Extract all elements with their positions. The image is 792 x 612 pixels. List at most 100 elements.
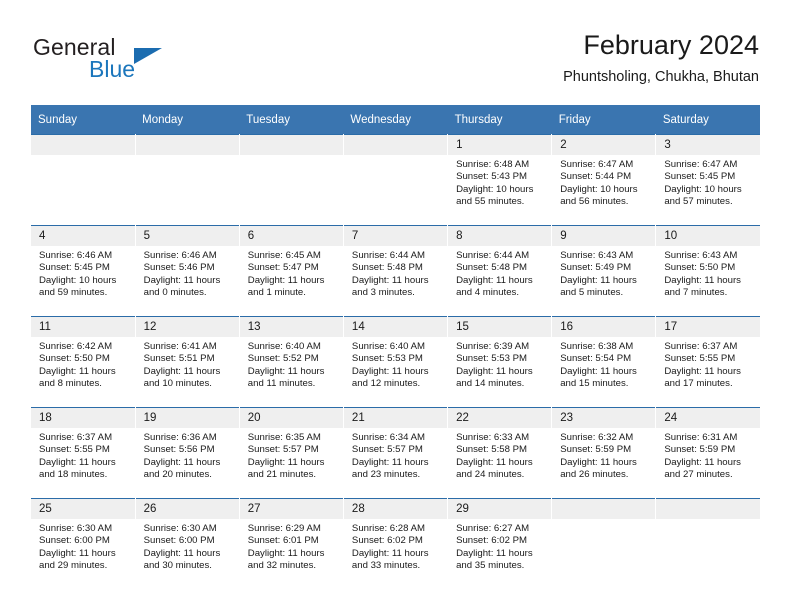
- calendar-body: 1 Sunrise: 6:48 AM Sunset: 5:43 PM Daylight…: [31, 134, 760, 589]
- calendar-day-cell[interactable]: 15 Sunrise: 6:39 AM Sunset: 5:53 PM Dayligh…: [447, 316, 553, 408]
- daylight-text-line2: and 7 minutes.: [664, 287, 728, 299]
- sunrise-text: Sunrise: 6:47 AM: [664, 159, 738, 170]
- day-details: Sunrise: 6:48 AM Sunset: 5:43 PM Daylight:…: [448, 155, 551, 209]
- calendar-day-cell[interactable]: 9 Sunrise: 6:43 AM Sunset: 5:49 PM Daylight…: [551, 225, 657, 317]
- sunrise-text: Sunrise: 6:40 AM: [247, 341, 321, 352]
- day-number: [239, 135, 343, 155]
- daylight-text-line1: Daylight: 11 hours: [560, 274, 637, 286]
- daylight-text-line2: and 18 minutes.: [39, 469, 108, 481]
- calendar-day-cell[interactable]: 6 Sunrise: 6:45 AM Sunset: 5:47 PM Daylight…: [239, 225, 344, 317]
- calendar-day-cell[interactable]: 28 Sunrise: 6:28 AM Sunset: 6:02 PM Dayligh…: [343, 498, 449, 589]
- sunset-text: Sunset: 5:50 PM: [664, 262, 736, 274]
- day-number: 19: [135, 408, 239, 428]
- calendar-day-cell[interactable]: 1 Sunrise: 6:48 AM Sunset: 5:43 PM Daylight…: [447, 134, 553, 226]
- calendar-day-cell[interactable]: 19 Sunrise: 6:36 AM Sunset: 5:56 PM Dayligh…: [135, 407, 240, 499]
- page-title: February 2024: [583, 30, 759, 60]
- daylight-text-line2: and 55 minutes.: [456, 196, 525, 208]
- calendar-day-cell[interactable]: 5 Sunrise: 6:46 AM Sunset: 5:46 PM Daylight…: [135, 225, 240, 317]
- sunrise-text: Sunrise: 6:42 AM: [39, 341, 113, 352]
- daylight-text-line1: Daylight: 11 hours: [351, 547, 429, 559]
- sunset-text: Sunset: 6:00 PM: [143, 535, 215, 547]
- daylight-text-line2: and 10 minutes.: [143, 378, 212, 390]
- daylight-text-line1: Daylight: 11 hours: [351, 456, 429, 468]
- day-number: 10: [656, 226, 760, 246]
- day-number: [552, 499, 656, 519]
- day-number: 24: [656, 408, 760, 428]
- calendar-day-cell[interactable]: 14 Sunrise: 6:40 AM Sunset: 5:53 PM Dayligh…: [343, 316, 449, 408]
- calendar-day-cell[interactable]: 8 Sunrise: 6:44 AM Sunset: 5:48 PM Daylight…: [447, 225, 553, 317]
- weekday-header-tuesday: Tuesday: [239, 105, 344, 135]
- day-number: [31, 135, 135, 155]
- day-details: Sunrise: 6:36 AM Sunset: 5:56 PM Daylight:…: [136, 428, 239, 482]
- daylight-text-line2: and 8 minutes.: [39, 378, 102, 390]
- brand-logo[interactable]: General Blue: [33, 34, 253, 90]
- weekday-header-wednesday: Wednesday: [343, 105, 448, 135]
- calendar-day-cell[interactable]: 23 Sunrise: 6:32 AM Sunset: 5:59 PM Dayligh…: [551, 407, 657, 499]
- day-number: 28: [343, 499, 448, 519]
- calendar-day-cell[interactable]: 10 Sunrise: 6:43 AM Sunset: 5:50 PM Dayligh…: [655, 225, 760, 317]
- daylight-text-line2: and 33 minutes.: [351, 560, 421, 572]
- calendar-day-cell[interactable]: 29 Sunrise: 6:27 AM Sunset: 6:02 PM Dayligh…: [447, 498, 553, 589]
- sunset-text: Sunset: 5:45 PM: [664, 171, 736, 183]
- daylight-text-line2: and 12 minutes.: [351, 378, 421, 390]
- calendar-day-cell[interactable]: 25 Sunrise: 6:30 AM Sunset: 6:00 PM Dayligh…: [31, 498, 136, 589]
- daylight-text-line1: Daylight: 11 hours: [560, 365, 637, 377]
- calendar-day-cell[interactable]: 13 Sunrise: 6:40 AM Sunset: 5:52 PM Dayligh…: [239, 316, 344, 408]
- day-details: Sunrise: 6:30 AM Sunset: 6:00 PM Daylight:…: [136, 519, 239, 573]
- calendar-day-cell[interactable]: 24 Sunrise: 6:31 AM Sunset: 5:59 PM Dayligh…: [655, 407, 760, 499]
- daylight-text-line2: and 4 minutes.: [456, 287, 519, 299]
- sunset-text: Sunset: 5:55 PM: [664, 353, 736, 365]
- sunset-text: Sunset: 5:54 PM: [560, 353, 632, 365]
- daylight-text-line1: Daylight: 11 hours: [39, 365, 116, 377]
- day-number: 12: [135, 317, 239, 337]
- calendar-day-cell[interactable]: 12 Sunrise: 6:41 AM Sunset: 5:51 PM Dayligh…: [135, 316, 240, 408]
- calendar-day-cell[interactable]: 21 Sunrise: 6:34 AM Sunset: 5:57 PM Dayligh…: [343, 407, 449, 499]
- daylight-text-line2: and 29 minutes.: [39, 560, 108, 572]
- day-details: Sunrise: 6:47 AM Sunset: 5:44 PM Daylight:…: [552, 155, 655, 209]
- triangle-flag-icon: [134, 48, 162, 64]
- calendar-day-cell[interactable]: 16 Sunrise: 6:38 AM Sunset: 5:54 PM Dayligh…: [551, 316, 657, 408]
- calendar-cell-empty: [343, 134, 449, 226]
- sunset-text: Sunset: 5:53 PM: [351, 353, 423, 365]
- sunset-text: Sunset: 5:51 PM: [143, 353, 215, 365]
- sunset-text: Sunset: 5:59 PM: [664, 444, 736, 456]
- daylight-text-line1: Daylight: 11 hours: [456, 547, 533, 559]
- calendar-day-cell[interactable]: 2 Sunrise: 6:47 AM Sunset: 5:44 PM Daylight…: [551, 134, 657, 226]
- sunrise-text: Sunrise: 6:34 AM: [351, 432, 425, 443]
- sunrise-text: Sunrise: 6:38 AM: [560, 341, 634, 352]
- calendar-week-row: 4 Sunrise: 6:46 AM Sunset: 5:45 PM Daylight…: [31, 225, 760, 317]
- sunset-text: Sunset: 5:44 PM: [560, 171, 632, 183]
- day-number: 15: [448, 317, 552, 337]
- sunrise-text: Sunrise: 6:47 AM: [560, 159, 634, 170]
- calendar-day-cell[interactable]: 7 Sunrise: 6:44 AM Sunset: 5:48 PM Daylight…: [343, 225, 449, 317]
- day-number: 26: [135, 499, 239, 519]
- daylight-text-line1: Daylight: 11 hours: [143, 274, 221, 286]
- calendar-day-cell[interactable]: 3 Sunrise: 6:47 AM Sunset: 5:45 PM Daylight…: [655, 134, 760, 226]
- calendar-day-cell[interactable]: 26 Sunrise: 6:30 AM Sunset: 6:00 PM Dayligh…: [135, 498, 240, 589]
- calendar-day-cell[interactable]: 22 Sunrise: 6:33 AM Sunset: 5:58 PM Dayligh…: [447, 407, 553, 499]
- sunset-text: Sunset: 5:55 PM: [39, 444, 110, 456]
- day-number: 9: [552, 226, 656, 246]
- daylight-text-line2: and 56 minutes.: [560, 196, 629, 208]
- sunrise-text: Sunrise: 6:30 AM: [39, 523, 113, 534]
- calendar-day-cell[interactable]: 20 Sunrise: 6:35 AM Sunset: 5:57 PM Dayligh…: [239, 407, 344, 499]
- sunrise-text: Sunrise: 6:30 AM: [143, 523, 217, 534]
- day-details: Sunrise: 6:44 AM Sunset: 5:48 PM Daylight:…: [448, 246, 551, 300]
- day-number: 2: [552, 135, 656, 155]
- sunrise-text: Sunrise: 6:29 AM: [247, 523, 321, 534]
- daylight-text-line2: and 11 minutes.: [247, 378, 316, 390]
- sunset-text: Sunset: 5:48 PM: [456, 262, 527, 274]
- day-details: Sunrise: 6:45 AM Sunset: 5:47 PM Daylight:…: [240, 246, 343, 300]
- daylight-text-line1: Daylight: 11 hours: [664, 365, 741, 377]
- daylight-text-line1: Daylight: 11 hours: [456, 365, 533, 377]
- calendar-day-cell[interactable]: 4 Sunrise: 6:46 AM Sunset: 5:45 PM Daylight…: [31, 225, 136, 317]
- daylight-text-line1: Daylight: 10 hours: [39, 274, 117, 286]
- calendar-day-cell[interactable]: 17 Sunrise: 6:37 AM Sunset: 5:55 PM Dayligh…: [655, 316, 760, 408]
- daylight-text-line1: Daylight: 11 hours: [247, 274, 325, 286]
- calendar-day-cell[interactable]: 18 Sunrise: 6:37 AM Sunset: 5:55 PM Dayligh…: [31, 407, 136, 499]
- day-details: Sunrise: 6:29 AM Sunset: 6:01 PM Daylight:…: [240, 519, 343, 573]
- calendar-day-cell[interactable]: 27 Sunrise: 6:29 AM Sunset: 6:01 PM Dayligh…: [239, 498, 344, 589]
- daylight-text-line2: and 0 minutes.: [143, 287, 207, 299]
- sunrise-text: Sunrise: 6:36 AM: [143, 432, 217, 443]
- calendar-day-cell[interactable]: 11 Sunrise: 6:42 AM Sunset: 5:50 PM Dayligh…: [31, 316, 136, 408]
